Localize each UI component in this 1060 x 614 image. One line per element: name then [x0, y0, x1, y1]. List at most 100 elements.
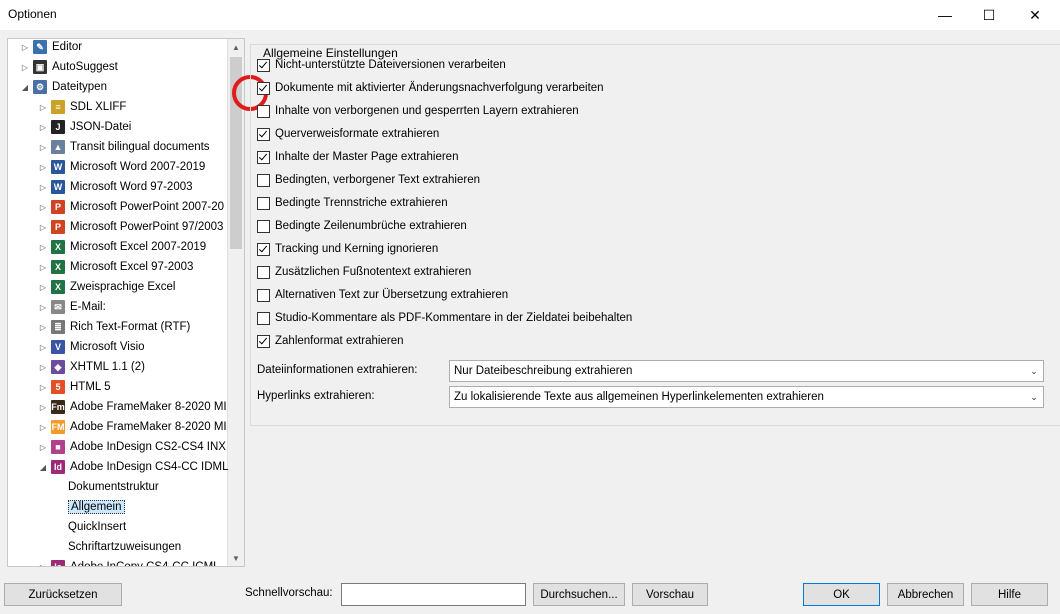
close-window-button[interactable]: ✕ [1012, 0, 1058, 30]
expand-arrow-icon[interactable]: ▷ [38, 203, 48, 212]
checkbox[interactable] [257, 127, 270, 141]
checkbox[interactable] [257, 265, 270, 279]
expand-arrow-icon[interactable]: ▷ [38, 443, 48, 452]
tree-item[interactable]: ▷ ✉ E-Mail: [38, 297, 106, 317]
checkbox[interactable] [257, 219, 270, 233]
scroll-up-icon[interactable]: ▲ [228, 39, 244, 55]
checkbox[interactable] [257, 311, 270, 325]
collapse-arrow-icon[interactable]: ◢ [38, 463, 48, 472]
setting-checkbox-row[interactable]: Inhalte der Master Page extrahieren [257, 148, 458, 166]
setting-checkbox-row[interactable]: Nicht-unterstützte Dateiversionen verarb… [257, 56, 506, 74]
file-info-dropdown[interactable]: Nur Dateibeschreibung extrahieren ⌄ [449, 360, 1044, 382]
maximize-button[interactable]: ☐ [966, 0, 1012, 30]
setting-checkbox-row[interactable]: Zahlenformat extrahieren [257, 332, 403, 350]
setting-checkbox-row[interactable]: Dokumente mit aktivierter Änderungsnachv… [257, 79, 604, 97]
checkbox[interactable] [257, 242, 270, 256]
tree-item[interactable]: ▷ FM Adobe FrameMaker 8-2020 MI [38, 417, 227, 437]
checkbox[interactable] [257, 58, 270, 72]
expand-arrow-icon[interactable]: ▷ [38, 363, 48, 372]
expand-arrow-icon[interactable]: ▷ [38, 163, 48, 172]
quickpreview-input[interactable] [341, 583, 526, 606]
chevron-down-icon[interactable]: ⌄ [1025, 392, 1043, 403]
expand-arrow-icon[interactable]: ▷ [38, 143, 48, 152]
expand-arrow-icon[interactable]: ▷ [38, 303, 48, 312]
expand-arrow-icon[interactable]: ▷ [20, 43, 30, 52]
checkbox-label: Dokumente mit aktivierter Änderungsnachv… [275, 82, 604, 94]
expand-arrow-icon[interactable]: ▷ [38, 323, 48, 332]
setting-checkbox-row[interactable]: Bedingte Zeilenumbrüche extrahieren [257, 217, 467, 235]
expand-arrow-icon[interactable]: ▷ [20, 63, 30, 72]
checkbox[interactable] [257, 196, 270, 210]
setting-checkbox-row[interactable]: Inhalte von verborgenen und gesperrten L… [257, 102, 579, 120]
chevron-down-icon[interactable]: ⌄ [1025, 366, 1043, 377]
tree-item[interactable]: ▷ X Zweisprachige Excel [38, 277, 175, 297]
tree-item-label: HTML 5 [70, 381, 111, 393]
expand-arrow-icon[interactable]: ▷ [38, 423, 48, 432]
tree-item[interactable]: ▷ ◆ XHTML 1.1 (2) [38, 357, 145, 377]
checkbox[interactable] [257, 81, 270, 95]
expand-arrow-icon[interactable]: ▷ [38, 563, 48, 567]
cancel-button[interactable]: Abbrechen [887, 583, 964, 606]
setting-checkbox-row[interactable]: Querverweisformate extrahieren [257, 125, 439, 143]
expand-arrow-icon[interactable]: ▷ [38, 263, 48, 272]
checkbox[interactable] [257, 334, 270, 348]
ok-button[interactable]: OK [803, 583, 880, 606]
tree-item[interactable]: Allgemein [68, 497, 125, 517]
tree-item[interactable]: ◢ ⚙ Dateitypen [20, 77, 107, 97]
expand-arrow-icon[interactable]: ▷ [38, 243, 48, 252]
expand-arrow-icon[interactable]: ▷ [38, 223, 48, 232]
browse-button[interactable]: Durchsuchen... [533, 583, 625, 606]
setting-checkbox-row[interactable]: Zusätzlichen Fußnotentext extrahieren [257, 263, 471, 281]
tree-item[interactable]: ▷ X Microsoft Excel 97-2003 [38, 257, 193, 277]
tree-item[interactable]: ▷ ▣ AutoSuggest [20, 57, 118, 77]
expand-arrow-icon[interactable]: ▷ [38, 403, 48, 412]
expand-arrow-icon[interactable]: ▷ [38, 343, 48, 352]
reset-button[interactable]: Zurücksetzen [4, 583, 122, 606]
tree-item[interactable]: ▷ W Microsoft Word 2007-2019 [38, 157, 205, 177]
tree-item[interactable]: ▷ 5 HTML 5 [38, 377, 110, 397]
tree-item[interactable]: ▷ Fm Adobe FrameMaker 8-2020 MI [38, 397, 227, 417]
preview-button[interactable]: Vorschau [632, 583, 708, 606]
tree-scrollbar[interactable]: ▲ ▼ [227, 39, 244, 566]
checkbox[interactable] [257, 104, 270, 118]
tree-item[interactable]: ▷ ≣ Rich Text-Format (RTF) [38, 317, 190, 337]
minimize-button[interactable]: — [922, 0, 968, 30]
tree-item[interactable]: ▷ J JSON-Datei [38, 117, 131, 137]
checkbox[interactable] [257, 150, 270, 164]
options-tree[interactable]: ▲ ▼ ▷ ✎ Editor ▷ ▣ AutoSuggest ◢ ⚙ Dateitypen ▷ ≡ S… [7, 38, 245, 567]
expand-arrow-icon[interactable]: ▷ [38, 383, 48, 392]
expand-arrow-icon[interactable]: ▷ [38, 183, 48, 192]
tree-item[interactable]: ▷ X Microsoft Excel 2007-2019 [38, 237, 206, 257]
setting-checkbox-row[interactable]: Bedingten, verborgener Text extrahieren [257, 171, 480, 189]
setting-checkbox-row[interactable]: Alternativen Text zur Übersetzung extrah… [257, 286, 508, 304]
tree-item[interactable]: ◢ Id Adobe InDesign CS4-CC IDML [38, 457, 229, 477]
tree-item[interactable]: ▷ P Microsoft PowerPoint 2007-20 [38, 197, 224, 217]
tree-item[interactable]: ▷ ▲ Transit bilingual documents [38, 137, 210, 157]
tree-item[interactable]: ▷ ≡ SDL XLIFF [38, 97, 126, 117]
tree-item[interactable]: Dokumentstruktur [68, 477, 159, 497]
expand-arrow-icon[interactable]: ▷ [38, 103, 48, 112]
setting-checkbox-row[interactable]: Bedingte Trennstriche extrahieren [257, 194, 448, 212]
collapse-arrow-icon[interactable]: ◢ [20, 83, 30, 92]
hyperlinks-dropdown[interactable]: Zu lokalisierende Texte aus allgemeinen … [449, 386, 1044, 408]
help-button[interactable]: Hilfe [971, 583, 1048, 606]
checkbox[interactable] [257, 173, 270, 187]
expand-arrow-icon[interactable]: ▷ [38, 283, 48, 292]
pencil-icon: ✎ [33, 40, 47, 54]
setting-checkbox-row[interactable]: Tracking und Kerning ignorieren [257, 240, 438, 258]
tree-item[interactable]: Schriftartzuweisungen [68, 537, 181, 557]
tree-item[interactable]: ▷ W Microsoft Word 97-2003 [38, 177, 193, 197]
tree-item-label: SDL XLIFF [70, 101, 127, 113]
tree-item[interactable]: QuickInsert [68, 517, 126, 537]
tree-item-label: XHTML 1.1 (2) [70, 361, 145, 373]
setting-checkbox-row[interactable]: Studio-Kommentare als PDF-Kommentare in … [257, 309, 632, 327]
tree-item[interactable]: ▷ ■ Adobe InDesign CS2-CS4 INX [38, 437, 226, 457]
tree-item[interactable]: ▷ V Microsoft Visio [38, 337, 145, 357]
scroll-down-icon[interactable]: ▼ [228, 550, 244, 566]
checkbox[interactable] [257, 288, 270, 302]
tree-item[interactable]: ▷ Ic Adobe InCopy CS4-CC ICML [38, 557, 220, 567]
indesign-idml-icon: Id [51, 460, 65, 474]
tree-item[interactable]: ▷ ✎ Editor [20, 39, 82, 57]
expand-arrow-icon[interactable]: ▷ [38, 123, 48, 132]
tree-item[interactable]: ▷ P Microsoft PowerPoint 97/2003 [38, 217, 223, 237]
